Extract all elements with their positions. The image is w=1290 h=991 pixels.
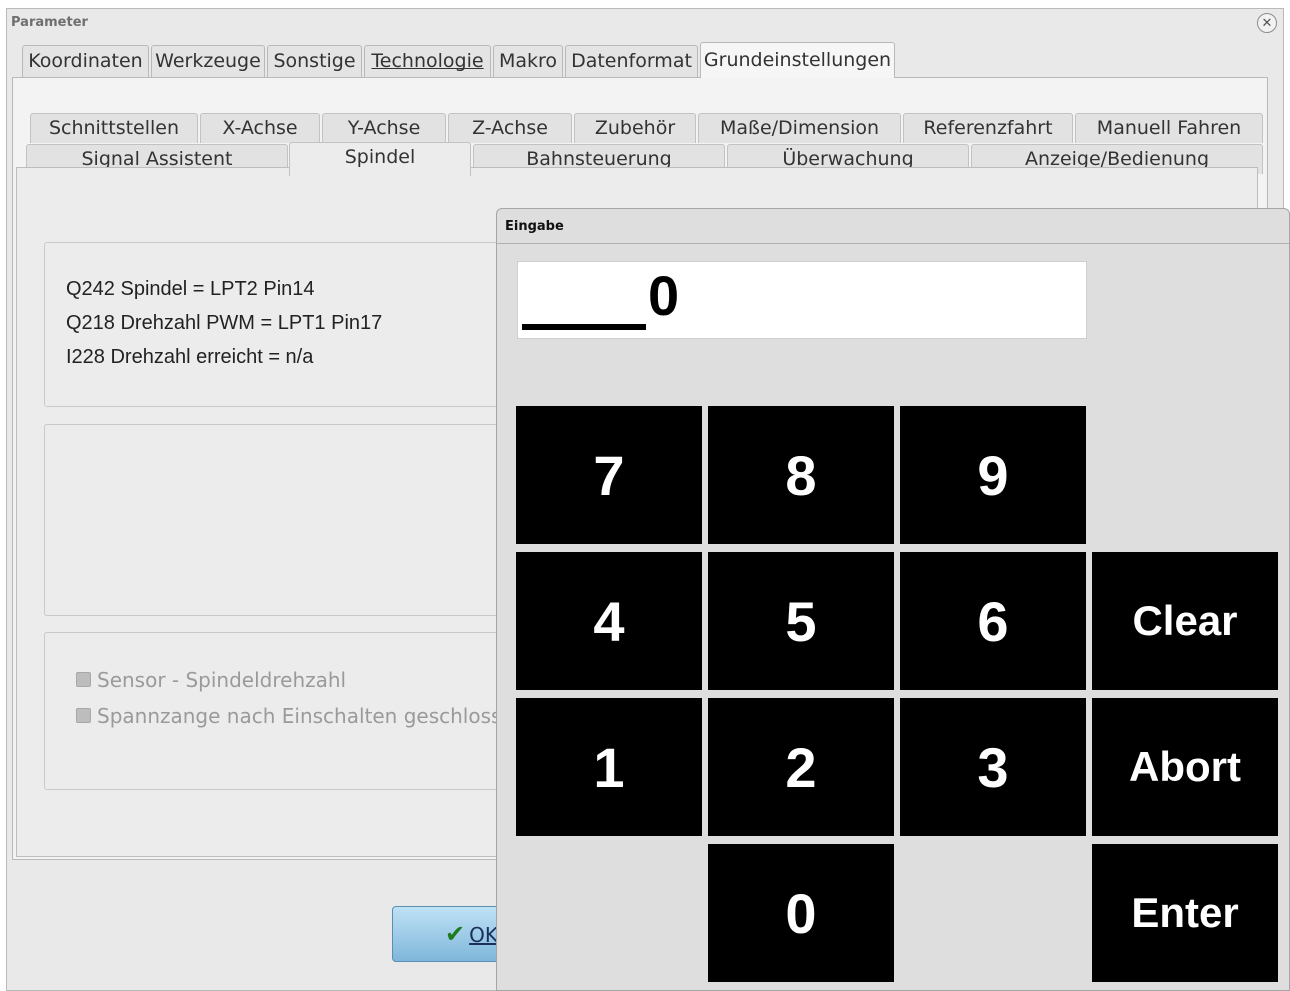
eingabe-dialog: Eingabe 0 7 8 9 4 5 6 Clear 1 2 3 Abort … — [496, 208, 1290, 991]
tab-makro[interactable]: Makro — [493, 45, 563, 78]
key-5[interactable]: 5 — [708, 552, 894, 690]
tab-sonstige[interactable]: Sonstige — [267, 45, 362, 78]
key-7[interactable]: 7 — [516, 406, 702, 544]
enter-button[interactable]: Enter — [1092, 844, 1278, 982]
signal-drehzahl-erreicht: I228 Drehzahl erreicht = n/a — [66, 346, 314, 368]
checkbox-spannzange-geschlossen[interactable]: Spannzange nach Einschalten geschlossen — [76, 704, 526, 728]
subtab-referenzfahrt[interactable]: Referenzfahrt — [903, 113, 1073, 143]
tab-werkzeuge[interactable]: Werkzeuge — [151, 45, 265, 78]
dialog-title: Eingabe — [505, 219, 564, 234]
subtab-spindel[interactable]: Spindel — [289, 142, 471, 176]
empty-group — [44, 424, 514, 616]
key-9[interactable]: 9 — [900, 406, 1086, 544]
checkbox-label: Sensor - Spindeldrehzahl — [97, 668, 347, 692]
clear-button[interactable]: Clear — [1092, 552, 1278, 690]
ok-label: OK — [469, 923, 498, 947]
signal-spindel: Q242 Spindel = LPT2 Pin14 — [66, 278, 315, 300]
key-2[interactable]: 2 — [708, 698, 894, 836]
subtab-zubehoer[interactable]: Zubehör — [574, 113, 696, 143]
subtab-y-achse[interactable]: Y-Achse — [322, 113, 446, 143]
key-0[interactable]: 0 — [708, 844, 894, 982]
key-1[interactable]: 1 — [516, 698, 702, 836]
tab-grundeinstellungen[interactable]: Grundeinstellungen — [700, 42, 895, 78]
tab-koordinaten[interactable]: Koordinaten — [22, 45, 149, 78]
title-separator — [497, 243, 1289, 244]
close-icon[interactable]: ✕ — [1257, 13, 1277, 33]
subtab-manuell-fahren[interactable]: Manuell Fahren — [1075, 113, 1263, 143]
checkbox-box — [76, 708, 91, 723]
signal-drehzahl-pwm: Q218 Drehzahl PWM = LPT1 Pin17 — [66, 312, 383, 334]
input-cursor — [522, 324, 646, 330]
key-3[interactable]: 3 — [900, 698, 1086, 836]
subtab-z-achse[interactable]: Z-Achse — [448, 113, 572, 143]
checkbox-box — [76, 672, 91, 687]
key-6[interactable]: 6 — [900, 552, 1086, 690]
value-display[interactable]: 0 — [517, 261, 1087, 339]
subtab-masse-dimension[interactable]: Maße/Dimension — [698, 113, 901, 143]
tab-technologie[interactable]: Technologie — [364, 45, 491, 78]
check-icon: ✔ — [445, 920, 466, 948]
key-4[interactable]: 4 — [516, 552, 702, 690]
subtab-schnittstellen[interactable]: Schnittstellen — [30, 113, 198, 143]
display-value: 0 — [648, 264, 680, 327]
subtab-x-achse[interactable]: X-Achse — [200, 113, 320, 143]
window-title: Parameter — [11, 15, 88, 30]
checkbox-label: Spannzange nach Einschalten geschlossen — [97, 704, 527, 728]
key-8[interactable]: 8 — [708, 406, 894, 544]
checkbox-sensor-spindeldrehzahl[interactable]: Sensor - Spindeldrehzahl — [76, 668, 346, 692]
abort-button[interactable]: Abort — [1092, 698, 1278, 836]
tab-datenformat[interactable]: Datenformat — [565, 45, 698, 78]
tab-technologie-label: Technologie — [371, 50, 484, 72]
